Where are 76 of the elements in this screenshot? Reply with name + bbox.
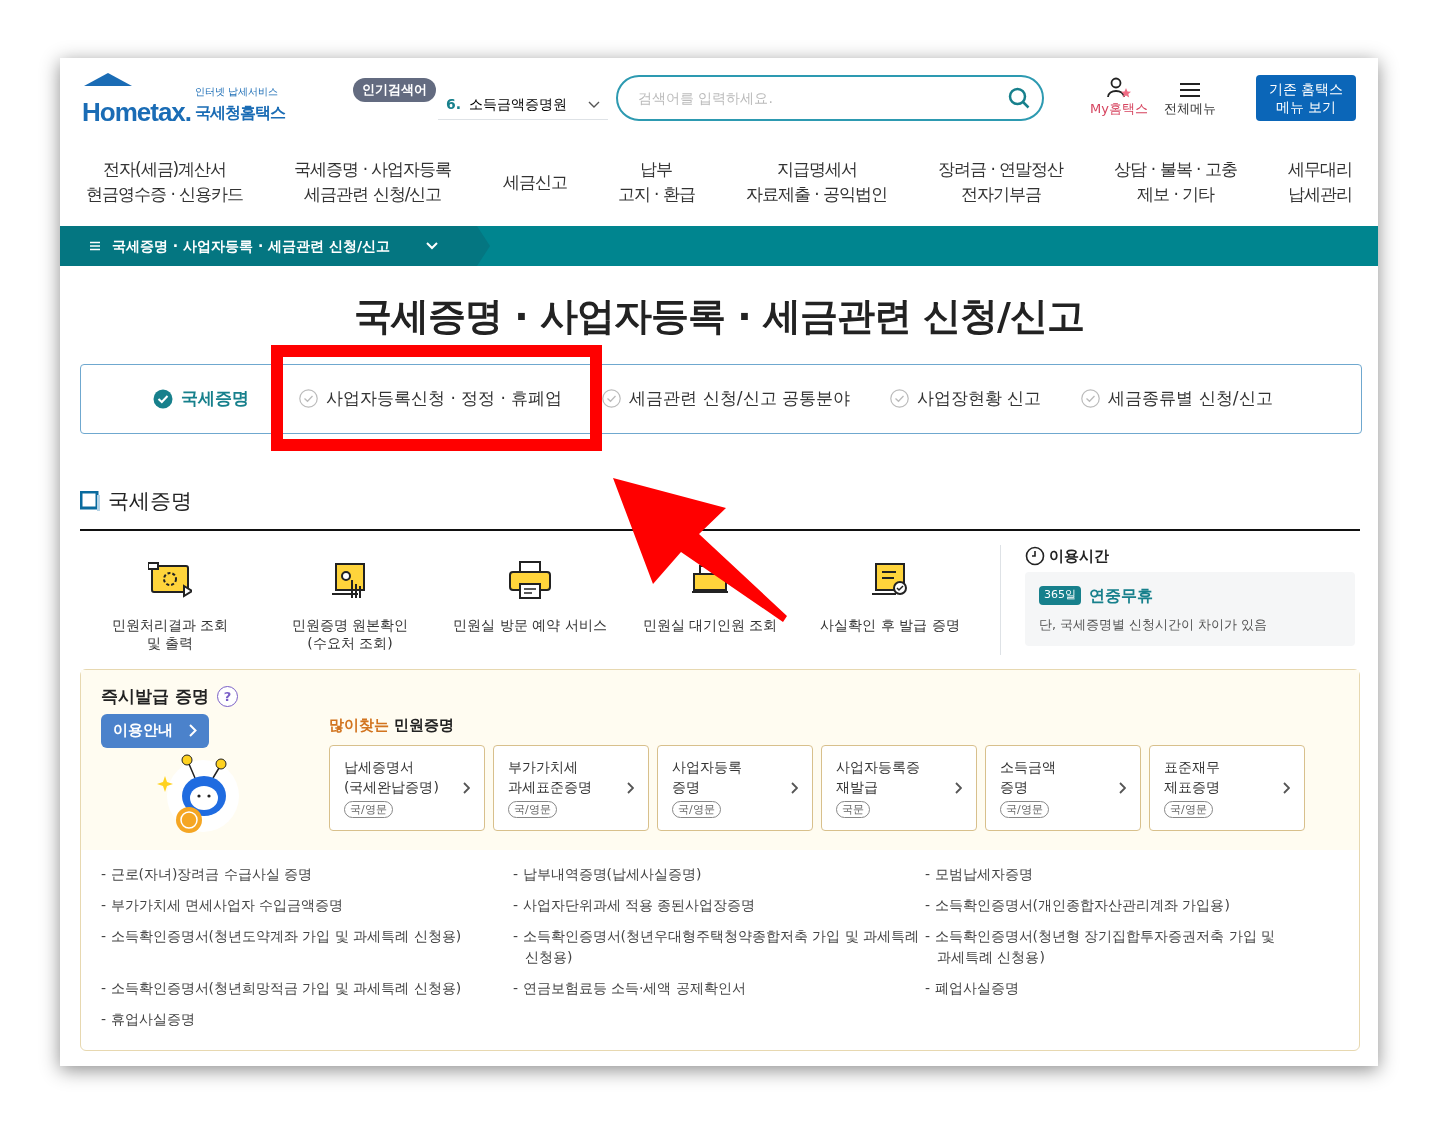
chevron-right-icon (955, 781, 962, 794)
certificate-link[interactable]: - 모범납세자증명 (925, 864, 1285, 886)
clock-icon (1025, 546, 1045, 567)
certificate-link[interactable]: - 납부내역증명(납세사실증명) (513, 864, 925, 886)
certificate-link[interactable]: - 폐업사실증명 (925, 978, 1285, 1000)
check-circle-icon (602, 389, 622, 409)
certificate-card[interactable]: 사업자등록 증명 국/영문 (657, 744, 813, 831)
panel-title: 즉시발급 증명 (101, 685, 209, 709)
category-tab[interactable]: 국세증명 (153, 364, 249, 433)
nav-menu-item[interactable]: 납부 고지 · 환급 (611, 156, 701, 208)
service-link[interactable]: 민원증명 원본확인 (수요처 조회) (260, 559, 440, 654)
hours-badge: 365일 (1039, 586, 1081, 605)
service-link[interactable]: 민원실 방문 예약 서비스 (440, 559, 620, 636)
guide-button[interactable]: 이용안내 (101, 713, 209, 748)
certificate-link[interactable]: - 소득확인증명서(개인종합자산관리계좌 가입용) (925, 895, 1285, 917)
service-link[interactable]: 사실확인 후 발급 증명 (800, 559, 980, 636)
certificate-link[interactable]: - 연금보험료등 소득·세액 공제확인서 (513, 978, 925, 1000)
category-tab[interactable]: 사업장현황 신고 (890, 364, 1042, 433)
logo-tagline: 인터넷 납세서비스 (195, 87, 280, 97)
logo-name: 국세청홈택스 (195, 102, 286, 124)
popular-search-label: 인기검색어 (353, 78, 437, 102)
chevron-right-icon (1283, 781, 1290, 794)
category-tab[interactable]: 사업자등록신청 · 정정 · 휴폐업 (299, 364, 563, 433)
certificate-link[interactable]: - 소득확인증명서(청년우대형주택청약종합저축 가입 및 과세특례 신청용) (513, 926, 925, 969)
logo-wordmark: Hometax. (82, 99, 192, 125)
chevron-right-icon (1119, 781, 1126, 794)
nav-menu-item[interactable]: 세무대리 납세관리 (1281, 156, 1358, 208)
search-bar[interactable]: 검색어를 입력하세요. (616, 75, 1045, 121)
help-icon[interactable]: ? (216, 686, 238, 708)
legacy-menu-button[interactable]: 기존 홈택스 메뉴 보기 (1256, 74, 1356, 122)
certificate-link[interactable]: - 소득확인증명서(청년희망적금 가입 및 과세특례 신청용) (101, 978, 513, 1000)
nav-menu-item[interactable]: 지급명세서 자료제출 · 공익법인 (739, 156, 894, 208)
chevron-right-icon (627, 781, 634, 794)
certificate-card[interactable]: 소득금액 증명 국/영문 (985, 744, 1141, 831)
hours-note: 단, 국세증명별 신청시간이 차이가 있음 (1039, 615, 1268, 634)
certificate-link[interactable]: - 소득확인증명서(청년도약계좌 가입 및 과세특례 신청용) (101, 926, 513, 969)
certificate-card[interactable]: 납세증명서 (국세완납증명) 국/영문 (329, 744, 485, 831)
hours-headline: 연중무휴 (1089, 584, 1153, 607)
certificate-link[interactable]: - 사업자단위과세 적용 종된사업장증명 (513, 895, 925, 917)
service-link[interactable]: 민원처리결과 조회 및 출력 (80, 559, 260, 654)
menu-icon (1178, 81, 1201, 100)
chevron-right-icon (189, 724, 197, 738)
search-input[interactable]: 검색어를 입력하세요. (636, 86, 1009, 110)
my-hometax-link[interactable]: My홈택스 (1090, 77, 1148, 119)
chevron-down-icon (426, 242, 439, 250)
nav-menu-item[interactable]: 장려금 · 연말정산 전자기부금 (932, 156, 1070, 208)
popular-certificates-title: 많이찾는 민원증명 (329, 715, 456, 737)
certificate-card[interactable]: 표준재무 제표증명 국/영문 (1149, 744, 1305, 831)
page-title: 국세증명 · 사업자등록 · 세금관련 신청/신고 (353, 294, 1085, 340)
search-icon (1008, 87, 1031, 109)
category-tab[interactable]: 세금관련 신청/신고 공통분야 (602, 364, 850, 433)
chevron-right-icon (791, 781, 798, 794)
check-circle-icon (153, 388, 173, 409)
chevron-down-icon (588, 100, 601, 109)
all-menu-button[interactable]: 전체메뉴 (1163, 81, 1216, 119)
certificate-link[interactable]: - 부가가치세 면세사업자 수입금액증명 (101, 895, 513, 917)
printer-icon (508, 560, 552, 601)
section-title: 국세증명 (108, 487, 192, 515)
hours-title: 이용시간 (1049, 546, 1109, 568)
breadcrumb-dropdown[interactable]: 국세증명 · 사업자등록 · 세금관련 신청/신고 (60, 226, 490, 266)
certificate-link[interactable]: - 휴업사실증명 (101, 1009, 513, 1031)
nav-menu-item[interactable]: 상담 · 불복 · 고충 제보 · 기타 (1108, 156, 1243, 208)
menu-icon (90, 241, 100, 251)
check-circle-icon (890, 389, 909, 409)
check-circle-icon (1081, 389, 1101, 409)
certificate-card[interactable]: 사업자등록증 재발급 국문 (821, 744, 977, 831)
nav-menu-item[interactable]: 세금신고 (496, 168, 573, 196)
chevron-right-icon (463, 781, 470, 794)
certificate-link[interactable]: - 소득확인증명서(청년형 장기집합투자증권저축 가입 및 과세특례 신청용) (925, 926, 1285, 969)
certificate-card[interactable]: 부가가치세 과세표준증명 국/영문 (493, 744, 649, 831)
category-tab[interactable]: 세금종류별 신청/신고 (1081, 364, 1273, 433)
nav-menu-item[interactable]: 국세증명 · 사업자등록 세금관련 신청/신고 (288, 156, 458, 208)
certificate-link[interactable]: - 근로(자녀)장려금 수급사실 증명 (101, 864, 513, 886)
check-circle-icon (299, 389, 318, 409)
person-star-icon (1106, 77, 1132, 100)
nav-menu-item[interactable]: 전자(세금)계산서 현금영수증 · 신용카드 (80, 156, 250, 208)
